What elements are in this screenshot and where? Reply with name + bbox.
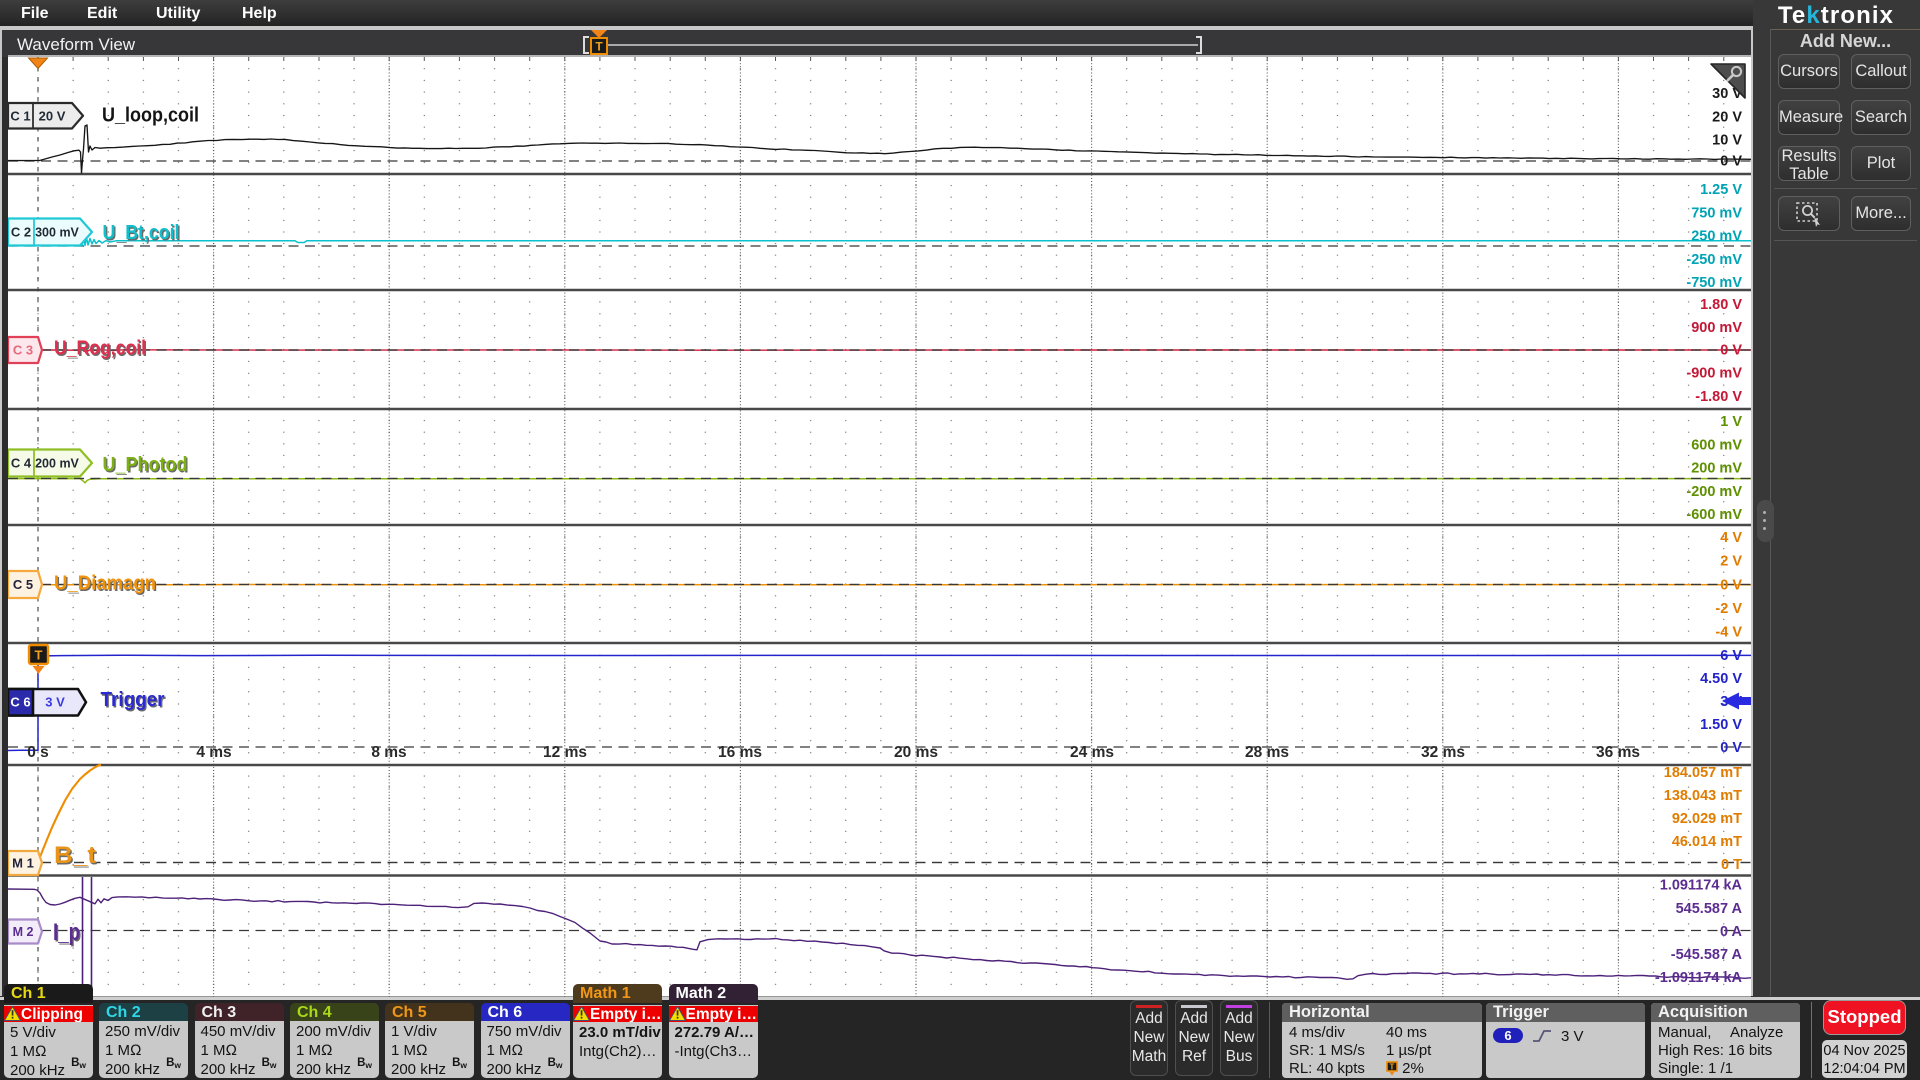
svg-text:-2 V: -2 V	[1715, 601, 1742, 617]
svg-text:8 ms: 8 ms	[371, 744, 406, 761]
svg-text:I_p: I_p	[53, 919, 80, 946]
svg-text:-600 mV: -600 mV	[1686, 507, 1742, 523]
svg-text:0 T: 0 T	[1721, 857, 1742, 873]
svg-text:200 mV: 200 mV	[35, 456, 79, 470]
svg-text:0 A: 0 A	[1720, 924, 1743, 940]
svg-text:1.80 V: 1.80 V	[1700, 297, 1742, 313]
svg-text:U_loop,coil: U_loop,coil	[102, 105, 199, 127]
svg-text:24 ms: 24 ms	[1070, 744, 1114, 761]
svg-text:-1.80 V: -1.80 V	[1695, 389, 1742, 405]
svg-text:Trigger: Trigger	[101, 689, 165, 711]
svg-text:-200 mV: -200 mV	[1686, 484, 1742, 500]
svg-text:545.587 A: 545.587 A	[1676, 901, 1743, 917]
svg-text:T: T	[1390, 1063, 1395, 1072]
svg-text:-545.587 A: -545.587 A	[1671, 947, 1743, 963]
svg-text:250 mV: 250 mV	[1691, 229, 1742, 245]
svg-text:46.014 mT: 46.014 mT	[1672, 834, 1742, 850]
svg-text:M 2: M 2	[13, 925, 34, 939]
svg-text:28 ms: 28 ms	[1245, 744, 1289, 761]
svg-text:16 ms: 16 ms	[718, 744, 762, 761]
svg-text:U_Bt,coil: U_Bt,coil	[103, 222, 180, 244]
svg-text:U_Diamagn: U_Diamagn	[54, 573, 156, 595]
svg-text:C 1: C 1	[10, 108, 30, 123]
svg-text:3 V: 3 V	[45, 695, 65, 710]
svg-text:10 V: 10 V	[1712, 133, 1742, 149]
svg-text:C 5: C 5	[13, 577, 33, 592]
svg-text:0 V: 0 V	[1720, 578, 1742, 594]
svg-text:-1.091174 kA: -1.091174 kA	[1655, 970, 1743, 986]
svg-text:32 ms: 32 ms	[1421, 744, 1465, 761]
svg-text:-250 mV: -250 mV	[1686, 252, 1742, 268]
svg-text:0 V: 0 V	[1720, 154, 1742, 170]
svg-text:U_Photod: U_Photod	[103, 454, 188, 476]
svg-text:2 V: 2 V	[1720, 554, 1742, 570]
svg-text:-900 mV: -900 mV	[1686, 366, 1742, 382]
svg-text:200 mV: 200 mV	[1691, 461, 1742, 477]
svg-text:4.50 V: 4.50 V	[1700, 671, 1742, 687]
svg-text:U_Rog,coil: U_Rog,coil	[54, 338, 146, 360]
svg-text:4 V: 4 V	[1720, 530, 1742, 546]
svg-text:20 V: 20 V	[39, 108, 66, 123]
svg-text:1.091174 kA: 1.091174 kA	[1660, 878, 1743, 894]
svg-text:138.043 mT: 138.043 mT	[1664, 788, 1742, 804]
svg-text:0 s: 0 s	[27, 744, 49, 761]
svg-text:-4 V: -4 V	[1715, 625, 1742, 641]
svg-text:600 mV: 600 mV	[1691, 437, 1742, 453]
svg-text:300 mV: 300 mV	[35, 225, 79, 239]
svg-text:6 V: 6 V	[1720, 648, 1742, 664]
svg-text:-750 mV: -750 mV	[1686, 275, 1742, 291]
svg-text:C 4: C 4	[11, 456, 32, 471]
svg-text:T: T	[595, 40, 603, 54]
svg-text:36 ms: 36 ms	[1596, 744, 1640, 761]
svg-text:750 mV: 750 mV	[1691, 205, 1742, 221]
svg-text:1 V: 1 V	[1720, 414, 1742, 430]
svg-text:1.25 V: 1.25 V	[1700, 182, 1742, 198]
svg-text:M 1: M 1	[12, 856, 34, 871]
svg-text:20 V: 20 V	[1712, 109, 1742, 125]
svg-text:12 ms: 12 ms	[543, 744, 587, 761]
svg-text:92.029 mT: 92.029 mT	[1672, 811, 1742, 827]
svg-text:184.057 mT: 184.057 mT	[1664, 765, 1742, 781]
svg-text:C 2: C 2	[11, 225, 31, 240]
svg-text:0 V: 0 V	[1720, 740, 1742, 756]
svg-text:T: T	[35, 648, 43, 663]
svg-text:900 mV: 900 mV	[1691, 320, 1742, 336]
svg-text:C 6: C 6	[10, 695, 30, 710]
svg-text:1.50 V: 1.50 V	[1700, 717, 1742, 733]
svg-text:20 ms: 20 ms	[894, 744, 938, 761]
svg-text:4 ms: 4 ms	[196, 744, 231, 761]
svg-text:B_t: B_t	[54, 842, 96, 869]
svg-text:C 3: C 3	[13, 343, 33, 358]
svg-text:0 V: 0 V	[1720, 343, 1742, 359]
